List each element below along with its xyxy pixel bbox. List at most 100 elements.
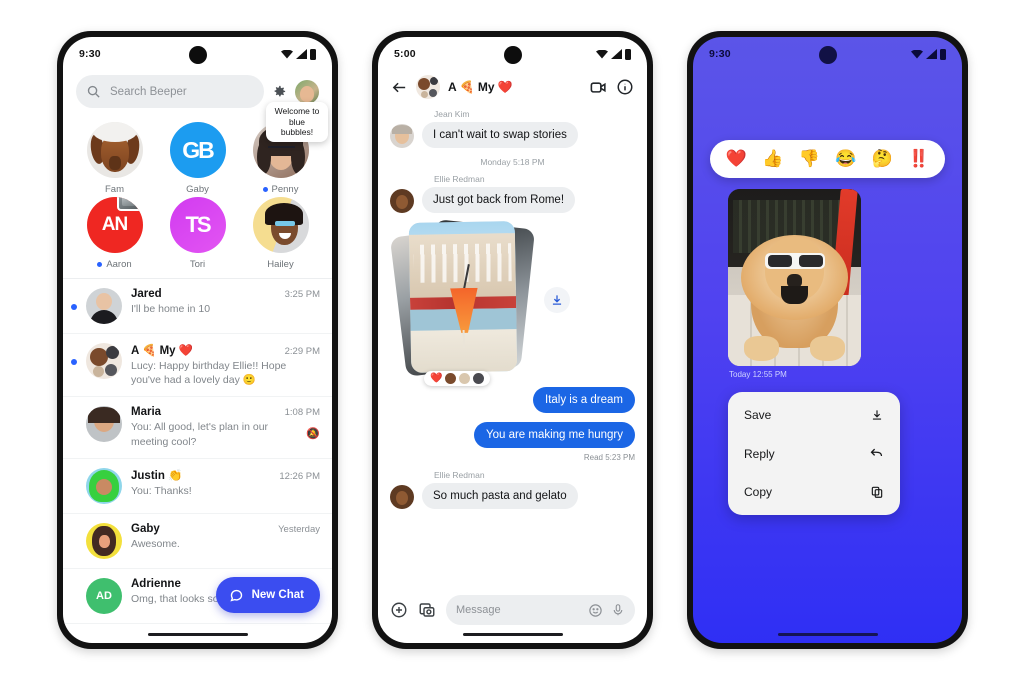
chat-preview: You: Thanks! bbox=[131, 484, 192, 497]
page-title: A 🍕 My ❤️ bbox=[448, 80, 513, 94]
media-timestamp: Today 12:55 PM bbox=[729, 370, 787, 379]
attachment-badge-icon bbox=[116, 197, 143, 211]
message-input[interactable]: Message bbox=[446, 595, 635, 625]
favorite-label: Hailey bbox=[267, 259, 294, 270]
avatar: AN bbox=[86, 197, 143, 253]
reaction-thumbsdown-icon[interactable]: 👎 bbox=[799, 149, 820, 169]
favorite-aaron[interactable]: AN Aaron bbox=[73, 197, 156, 270]
reactor-avatar bbox=[459, 373, 471, 384]
table-row[interactable]: Justin 👏 12:26 PM You: Thanks! bbox=[63, 459, 332, 514]
reactor-avatar bbox=[445, 373, 457, 384]
conversation-header: A 🍕 My ❤️ bbox=[378, 71, 647, 109]
avatar bbox=[86, 288, 122, 324]
media-photo[interactable] bbox=[728, 189, 861, 366]
menu-item-copy[interactable]: Copy bbox=[728, 473, 900, 511]
microphone-icon[interactable] bbox=[611, 603, 625, 617]
search-placeholder: Search Beeper bbox=[110, 85, 187, 98]
favorite-penny[interactable]: Welcome to blue bubbles! Penny bbox=[239, 102, 328, 195]
back-arrow-icon[interactable] bbox=[391, 79, 408, 96]
unread-dot-icon bbox=[71, 304, 77, 310]
emoji-icon[interactable] bbox=[588, 603, 603, 618]
reaction-thinking-icon[interactable]: 🤔 bbox=[872, 149, 893, 169]
wifi-icon bbox=[281, 49, 293, 59]
message-sender: Jean Kim bbox=[434, 109, 470, 119]
read-receipt: Read 5:23 PM bbox=[583, 453, 635, 462]
avatar bbox=[390, 485, 414, 509]
photo-camera-icon[interactable] bbox=[418, 601, 436, 619]
favorite-tori[interactable]: TS Tori bbox=[156, 197, 239, 270]
favorite-label: Aaron bbox=[97, 259, 132, 270]
phone-3-screen: 9:30 ❤️ 👍 👎 😂 🤔 ‼️ Today 12:55 PM Save R… bbox=[693, 37, 962, 643]
message-incoming[interactable]: I can't wait to swap stories bbox=[390, 122, 635, 148]
menu-item-label: Copy bbox=[744, 485, 773, 499]
favorite-fam[interactable]: Fam bbox=[73, 122, 156, 195]
photo-attachment[interactable]: ❤️ bbox=[389, 219, 635, 386]
camera-punch-hole bbox=[818, 46, 837, 64]
context-menu: Save Reply Copy bbox=[728, 392, 900, 515]
reaction-thumbsup-icon[interactable]: 👍 bbox=[762, 149, 783, 169]
avatar bbox=[390, 189, 414, 213]
download-icon[interactable] bbox=[544, 286, 570, 313]
status-time: 9:30 bbox=[79, 48, 101, 60]
message-bubble: I can't wait to swap stories bbox=[422, 122, 578, 148]
menu-item-save[interactable]: Save bbox=[728, 396, 900, 434]
favorite-gaby[interactable]: GB Gaby bbox=[156, 122, 239, 195]
chat-time: 3:25 PM bbox=[284, 289, 320, 300]
photo-card-front bbox=[408, 221, 518, 373]
phone-2-screen: 5:00 A 🍕 My ❤️ Jean Kim I can't wait to … bbox=[378, 37, 647, 643]
chat-preview: Awesome. bbox=[131, 537, 180, 550]
table-row[interactable]: Gaby Yesterday Awesome. bbox=[63, 514, 332, 569]
message-sender: Ellie Redman bbox=[434, 174, 485, 184]
new-chat-button[interactable]: New Chat bbox=[215, 577, 320, 613]
message-incoming[interactable]: So much pasta and gelato bbox=[390, 483, 635, 509]
favorite-label: Gaby bbox=[186, 184, 209, 195]
phone-1-screen: 9:30 Search Beeper Fam GB Gaby Welcome t… bbox=[63, 37, 332, 643]
photo-stack[interactable]: ❤️ bbox=[389, 219, 536, 386]
reaction-exclamation-icon[interactable]: ‼️ bbox=[908, 149, 929, 169]
favorite-label: Tori bbox=[189, 259, 206, 270]
favorite-hailey[interactable]: Hailey bbox=[239, 197, 322, 270]
message-bubble: Just got back from Rome! bbox=[422, 187, 576, 213]
favorites-grid: Fam GB Gaby Welcome to blue bubbles! Pen… bbox=[63, 102, 332, 278]
status-icons bbox=[911, 48, 946, 60]
unread-dot-icon bbox=[262, 187, 268, 192]
avatar bbox=[86, 406, 122, 443]
message-bubble: You are making me hungry bbox=[473, 422, 635, 448]
message-sender: Ellie Redman bbox=[434, 470, 485, 480]
table-row[interactable]: Jared 3:25 PM I'll be home in 10 bbox=[63, 279, 332, 334]
message-outgoing[interactable]: You are making me hungry bbox=[390, 422, 635, 448]
status-icons bbox=[281, 48, 316, 60]
plus-circle-icon[interactable] bbox=[390, 601, 408, 619]
avatar-initials: GB bbox=[182, 136, 214, 163]
message-incoming[interactable]: Just got back from Rome! bbox=[390, 187, 635, 213]
table-row[interactable]: Maria 1:08 PM You: All good, let's plan … bbox=[63, 397, 332, 459]
avatar bbox=[86, 522, 122, 559]
reaction-heart-icon[interactable]: ❤️ bbox=[726, 149, 747, 169]
search-input[interactable]: Search Beeper bbox=[76, 75, 264, 108]
avatar[interactable] bbox=[416, 75, 440, 99]
message-list: Jean Kim I can't wait to swap stories Mo… bbox=[378, 109, 647, 522]
signal-icon bbox=[926, 49, 937, 59]
download-icon bbox=[872, 410, 882, 420]
profile-avatar[interactable] bbox=[295, 79, 319, 104]
info-icon[interactable] bbox=[616, 78, 634, 96]
status-bar: 9:30 bbox=[693, 37, 962, 71]
menu-item-reply[interactable]: Reply bbox=[728, 434, 900, 473]
chat-list: Jared 3:25 PM I'll be home in 10 A 🍕 My … bbox=[63, 278, 332, 624]
reaction-laugh-icon[interactable]: 😂 bbox=[835, 149, 856, 169]
video-camera-icon[interactable] bbox=[589, 78, 608, 97]
chat-name: Justin 👏 bbox=[131, 469, 183, 482]
camera-punch-hole bbox=[503, 46, 522, 64]
welcome-tooltip: Welcome to blue bubbles! bbox=[266, 102, 328, 142]
reaction-pill[interactable]: ❤️ bbox=[424, 371, 491, 386]
favorite-label: Fam bbox=[105, 184, 124, 195]
status-time: 9:30 bbox=[709, 48, 731, 60]
avatar bbox=[86, 122, 143, 178]
chat-time: Yesterday bbox=[278, 523, 320, 535]
gear-icon[interactable] bbox=[272, 84, 287, 99]
status-bar: 5:00 bbox=[378, 37, 647, 71]
message-outgoing[interactable]: Italy is a dream bbox=[390, 387, 635, 413]
avatar bbox=[390, 124, 414, 148]
table-row[interactable]: A 🍕 My ❤️ 2:29 PM Lucy: Happy birthday E… bbox=[63, 334, 332, 398]
search-icon bbox=[87, 85, 100, 98]
